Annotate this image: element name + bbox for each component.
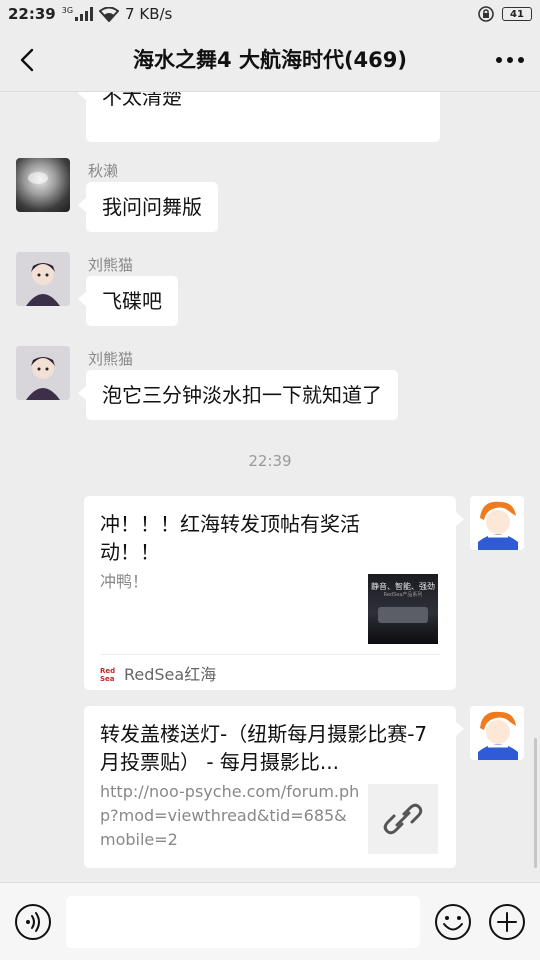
message-text: 飞碟吧: [102, 289, 162, 313]
avatar-qiulai[interactable]: [16, 158, 70, 212]
card-title: 转发盖楼送灯-（纽斯每月摄影比赛-7月投票贴） - 每月摄影比...: [100, 722, 428, 774]
back-arrow-icon[interactable]: [12, 44, 44, 76]
more-functions-icon[interactable]: [488, 903, 526, 941]
network-speed: 7 KB/s: [125, 5, 173, 23]
link-icon: [383, 803, 423, 835]
voice-input-icon[interactable]: [14, 903, 52, 941]
card-title: 冲！！！红海转发顶帖有奖活动！！: [100, 512, 360, 564]
redsea-logo-icon: Red Sea: [100, 667, 116, 683]
chat-scrollbar[interactable]: [534, 738, 537, 868]
avatar-liuxiongmao[interactable]: [16, 346, 70, 400]
cartoon-avatar-icon: [470, 706, 524, 760]
chat-header: 海水之舞4 大航海时代(469): [0, 28, 540, 92]
character-avatar-icon: [16, 252, 70, 306]
thumbnail-subcaption: RedSea产品系列: [383, 592, 423, 598]
message-text: 泡它三分钟淡水扣一下就知道了: [102, 383, 382, 407]
status-bar: 22:39 3G 7 KB/s 41: [0, 0, 540, 28]
cartoon-avatar-icon: [470, 496, 524, 550]
message-text: 我问问舞版: [102, 195, 202, 219]
sender-name: 秋濑: [88, 162, 119, 180]
sender-name: 刘熊猫: [88, 350, 134, 368]
shared-article-card[interactable]: 冲！！！红海转发顶帖有奖活动！！ 冲鸭！ 静音、智能、强劲 RedSea产品系列…: [84, 496, 464, 690]
message-bubble[interactable]: 飞碟吧: [78, 276, 178, 326]
message-text: 不太清楚: [102, 92, 182, 109]
network-type-label: 3G: [61, 5, 74, 15]
shared-link-card[interactable]: 转发盖楼送灯-（纽斯每月摄影比赛-7月投票贴） - 每月摄影比... http:…: [84, 706, 464, 868]
avatar-liuxiongmao[interactable]: [16, 252, 70, 306]
thumbnail-caption: 静音、智能、强劲: [371, 582, 435, 591]
message-bubble[interactable]: 不太清楚: [78, 92, 440, 142]
avatar-self[interactable]: [470, 706, 524, 760]
card-source-name: RedSea红海: [124, 665, 217, 684]
card-description: 冲鸭！: [100, 572, 149, 591]
chat-message-list[interactable]: 不太清楚 秋濑 我问问舞版 刘熊猫 飞碟吧 刘熊猫 泡它三分钟淡水扣一下就知道了…: [0, 92, 540, 882]
pearl-avatar-icon: [28, 172, 48, 184]
status-left: 22:39 3G 7 KB/s: [8, 5, 172, 23]
battery-level: 41: [510, 8, 524, 20]
thumbnail-device: [378, 607, 428, 623]
status-time: 22:39: [8, 5, 56, 23]
battery-icon: 41: [502, 7, 532, 21]
status-right: 41: [478, 6, 532, 22]
avatar-self[interactable]: [470, 496, 524, 550]
time-divider: 22:39: [248, 452, 292, 470]
card-url: http://noo-psyche.com/forum.php?mod=view…: [100, 782, 360, 849]
input-bar: [0, 882, 540, 960]
message-bubble[interactable]: 泡它三分钟淡水扣一下就知道了: [78, 370, 398, 420]
character-avatar-icon: [16, 346, 70, 400]
message-input[interactable]: [66, 896, 420, 948]
emoji-icon[interactable]: [434, 903, 472, 941]
more-options-icon[interactable]: [490, 44, 530, 76]
card-source-row: Red Sea RedSea红海: [100, 660, 216, 690]
card-divider: [100, 654, 440, 655]
sender-name: 刘熊猫: [88, 256, 134, 274]
link-thumbnail: [368, 784, 438, 854]
chat-title: 海水之舞4 大航海时代(469): [133, 48, 407, 72]
message-bubble[interactable]: 我问问舞版: [78, 182, 218, 232]
alarm-icon: [478, 6, 494, 22]
signal-icon: [75, 7, 94, 21]
wifi-icon: [99, 6, 120, 22]
card-thumbnail: 静音、智能、强劲 RedSea产品系列: [368, 574, 438, 644]
